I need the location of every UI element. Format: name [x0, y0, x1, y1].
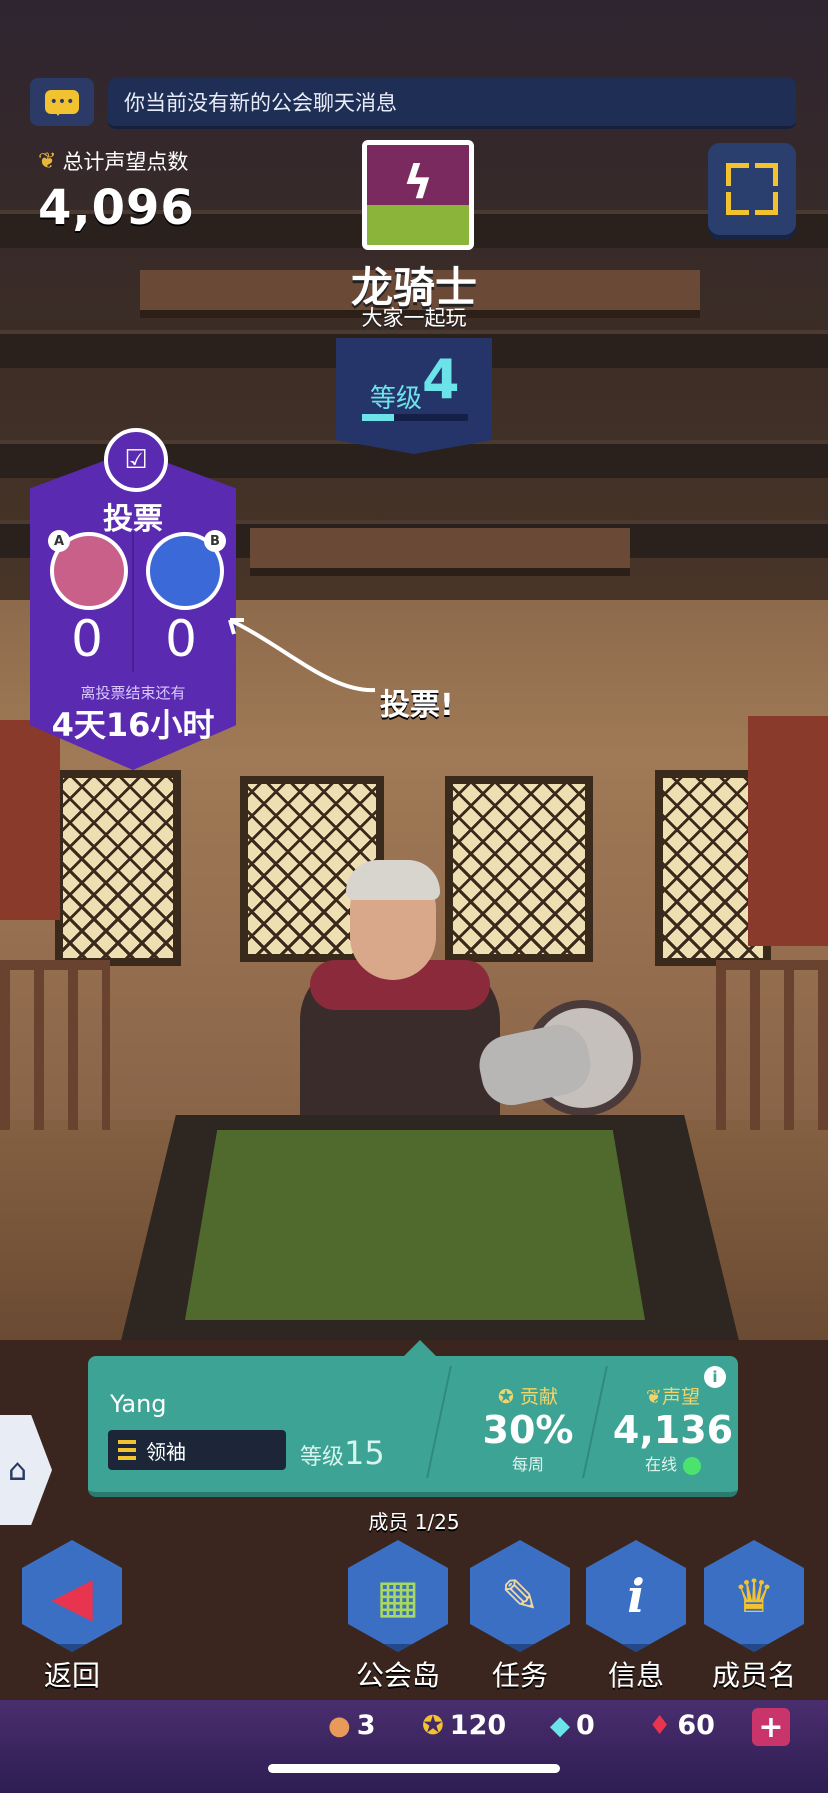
- crystal-resource: ◆ 0: [550, 1710, 595, 1741]
- contribution-icon: ✪: [498, 1386, 514, 1408]
- vote-option-a[interactable]: A: [48, 530, 128, 610]
- guild-level-progress: [362, 414, 468, 421]
- fullscreen-icon-corner: [726, 192, 749, 215]
- railing: [0, 960, 110, 1130]
- resource-bar: ● 3 ✪ 120 ◆ 0 ♦ 60 +: [0, 1700, 828, 1793]
- meat-icon: ●: [328, 1710, 351, 1741]
- fullscreen-icon: [726, 163, 749, 186]
- guild-level-value: 4: [422, 348, 460, 411]
- star-medal-icon: ✪: [422, 1710, 444, 1741]
- fullscreen-button[interactable]: [708, 143, 796, 235]
- fullscreen-icon-corner: [755, 163, 778, 186]
- vote-count-a: 0: [71, 610, 103, 668]
- gem-resource: ♦ 60: [648, 1710, 715, 1741]
- crystal-count: 0: [576, 1710, 595, 1741]
- online-status: 在线: [644, 1455, 677, 1474]
- star-resource: ✪ 120: [422, 1710, 506, 1741]
- railing: [716, 960, 828, 1130]
- gem-icon: ♦: [648, 1710, 672, 1741]
- chat-bubble-icon: •••: [45, 90, 79, 116]
- prestige-label: 声望: [661, 1386, 700, 1408]
- total-prestige-value: 4,096: [38, 180, 195, 236]
- ceiling-beam: [250, 528, 630, 568]
- guild-chat-bar[interactable]: ••• 你当前没有新的公会聊天消息: [30, 78, 796, 129]
- buy-gems-button[interactable]: +: [752, 1708, 790, 1746]
- prestige-value: 4,136: [612, 1408, 734, 1452]
- lattice-window: [445, 776, 593, 962]
- guild-island-button[interactable]: ▦ 公会岛: [346, 1540, 450, 1694]
- info-button[interactable]: i 信息: [584, 1540, 688, 1694]
- home-indicator[interactable]: [268, 1764, 560, 1773]
- rank-icon: [118, 1440, 136, 1460]
- chat-button[interactable]: •••: [30, 78, 94, 126]
- vote-option-a-tag: A: [48, 530, 70, 552]
- guild-leader-hair: [346, 860, 440, 900]
- guild-motto: 大家一起玩: [361, 306, 467, 330]
- info-label: 信息: [607, 1659, 664, 1692]
- scroll-icon: ✎: [470, 1540, 570, 1652]
- food-count: 3: [356, 1710, 376, 1741]
- back-button[interactable]: ◀ 返回: [20, 1540, 124, 1694]
- vote-panel-content[interactable]: ☑ 投票 A B 0 0 离投票结束还有 4天16小时: [30, 428, 236, 770]
- info-icon[interactable]: i: [704, 1366, 726, 1388]
- guild-emblem[interactable]: ϟ: [362, 140, 474, 250]
- ballot-box-icon: ☑: [104, 428, 168, 492]
- back-label: 返回: [43, 1659, 100, 1692]
- total-prestige-label: 总计声望点数: [62, 150, 189, 174]
- crystal-icon: ◆: [550, 1710, 570, 1741]
- war-table-felt: [185, 1130, 645, 1320]
- prestige-stat: ❦声望 4,136 在线: [598, 1382, 748, 1475]
- quests-button[interactable]: ✎ 任务: [468, 1540, 572, 1694]
- vote-option-b-tag: B: [204, 530, 226, 552]
- laurel-icon: ❦: [38, 148, 57, 174]
- star-count: 120: [449, 1710, 507, 1741]
- member-level-label: 等级: [300, 1445, 345, 1470]
- rank-badge: 领袖: [108, 1430, 286, 1470]
- online-dot-icon: [683, 1456, 701, 1475]
- guild-level-badge: 等级 4: [336, 338, 492, 454]
- gem-count: 60: [677, 1710, 715, 1741]
- vote-count-b: 0: [165, 610, 197, 668]
- food-resource: ● 3: [328, 1710, 375, 1741]
- chat-message[interactable]: 你当前没有新的公会聊天消息: [108, 78, 796, 129]
- back-arrow-icon: ◀: [22, 1540, 122, 1652]
- vote-divider: [132, 532, 134, 672]
- vote-ends-value: 4天16小时: [51, 706, 215, 744]
- home-icon: ⌂: [8, 1452, 28, 1488]
- card-notch: [404, 1340, 436, 1356]
- member-card[interactable]: Yang 领袖 等级15 ✪ 贡献 30% 每周 ❦声望 4,136 在线 i: [88, 1340, 738, 1497]
- member-name: Yang: [110, 1390, 167, 1418]
- total-prestige: ❦ 总计声望点数 4,096: [38, 146, 195, 237]
- laurel-icon: ❦: [646, 1386, 662, 1408]
- guild-level-label: 等级: [370, 384, 423, 414]
- quests-label: 任务: [491, 1659, 548, 1692]
- plus-icon: +: [758, 1709, 784, 1745]
- contribution-label: 贡献: [519, 1386, 558, 1408]
- member-level-value: 15: [344, 1434, 385, 1472]
- member-level: 等级15: [300, 1434, 385, 1472]
- member-count: 成员 1/25: [368, 1510, 460, 1534]
- guild-level-progress-fill: [362, 414, 394, 421]
- crown-icon: ♛: [704, 1540, 804, 1652]
- info-i-icon: i: [586, 1540, 686, 1652]
- fullscreen-icon-corner: [755, 192, 778, 215]
- contribution-stat: ✪ 贡献 30% 每周: [448, 1382, 608, 1475]
- lattice-window: [55, 770, 181, 966]
- guild-island-label: 公会岛: [355, 1659, 440, 1692]
- vote-option-b[interactable]: B: [146, 530, 226, 610]
- vote-callout: 投票!: [380, 688, 454, 723]
- contribution-value: 30%: [482, 1408, 574, 1452]
- rank-label: 领袖: [146, 1439, 186, 1464]
- callout-arrow-icon: [228, 618, 376, 693]
- lightning-bolt-icon: ϟ: [402, 155, 434, 209]
- map-icon: ▦: [348, 1540, 448, 1652]
- wall-banner: [748, 716, 828, 946]
